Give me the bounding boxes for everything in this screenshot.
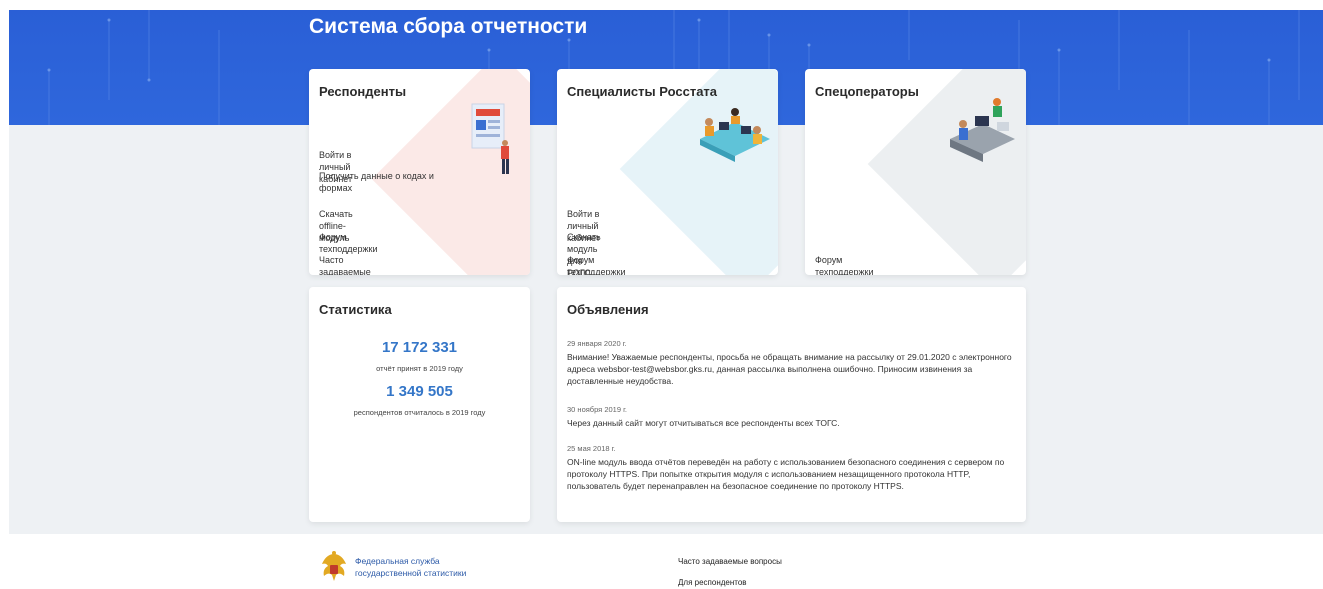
card-title: Специалисты Росстата (567, 84, 718, 99)
card-decoration (619, 69, 778, 275)
page-title: Система сбора отчетности (309, 15, 588, 38)
card-title: Респонденты (319, 84, 407, 99)
rosstat-logo-icon[interactable] (318, 550, 350, 584)
footer-link-respondents[interactable]: Для респондентов (678, 578, 747, 587)
operator-desk-illustration (950, 98, 1015, 162)
respondents-count: 1 349 505 (386, 383, 453, 400)
card-announcements: Объявления 29 января 2020 г. Внимание! У… (557, 287, 1026, 522)
respondents-caption: респондентов отчиталось в 2019 году (353, 408, 486, 417)
reports-count: 17 172 331 (381, 339, 458, 356)
announcement-item: 29 января 2020 г. Внимание! Уважаемые ре… (567, 339, 1022, 387)
reports-caption: отчёт принят в 2019 году (376, 364, 463, 373)
presentation-board-illustration (471, 103, 509, 174)
announcement-text: ON-line модуль ввода отчётов переведён н… (567, 457, 1005, 491)
office-workers-illustration (700, 108, 770, 162)
card-title: Статистика (319, 302, 392, 317)
announcement-text: Внимание! Уважаемые респонденты, просьба… (567, 352, 1012, 386)
card-operators: Спецоператоры Форум техподдержки (805, 69, 1026, 275)
card-respondents: Респонденты Войти в личный кабинет Получ… (309, 69, 530, 275)
footer-org-name[interactable]: Федеральная служба государственной стати… (355, 555, 485, 579)
card-title: Спецоператоры (815, 84, 919, 99)
announcement-item: 30 ноября 2019 г. Через данный сайт могу… (567, 405, 1022, 429)
link-support-forum[interactable]: Форум техподдержки (815, 254, 874, 275)
card-specialists: Специалисты Росстата Войти в личный каби… (557, 69, 778, 275)
announcement-date: 30 ноября 2019 г. (567, 405, 627, 414)
announcement-date: 25 мая 2018 г. (567, 444, 616, 453)
footer-link-faq[interactable]: Часто задаваемые вопросы (678, 557, 782, 566)
link-codes-forms[interactable]: Получить данные о кодах и формах (319, 170, 469, 194)
announcement-text: Через данный сайт могут отчитываться все… (567, 418, 840, 428)
card-title: Объявления (567, 302, 649, 317)
link-support-forum[interactable]: Форум техподдержки (319, 231, 378, 255)
announcement-date: 29 января 2020 г. (567, 339, 627, 348)
link-support-forum[interactable]: Форум техподдержки (567, 254, 626, 275)
link-faq[interactable]: Часто задаваемые вопросы (319, 254, 371, 275)
announcement-item: 25 мая 2018 г. ON-line модуль ввода отчё… (567, 444, 1022, 492)
card-statistics: Статистика 17 172 331 отчёт принят в 201… (309, 287, 530, 522)
